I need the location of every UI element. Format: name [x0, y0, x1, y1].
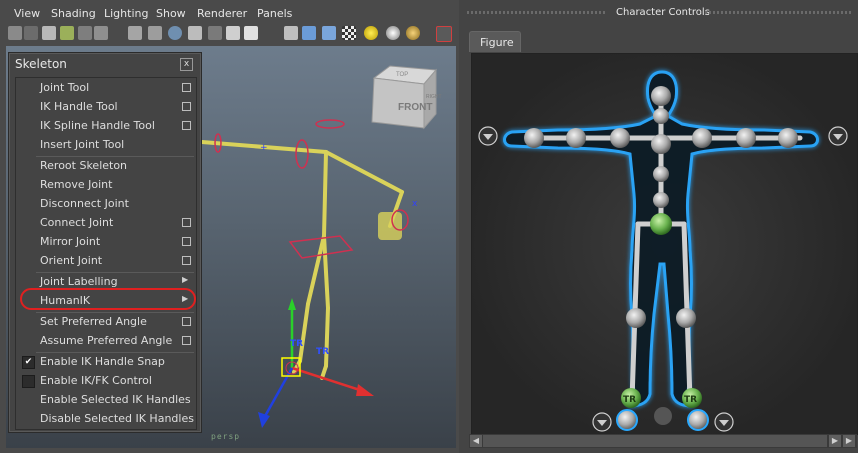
two-d-pan-icon[interactable]: [94, 26, 108, 40]
option-box-icon[interactable]: [182, 256, 191, 265]
grid-icon[interactable]: [128, 26, 142, 40]
view-cube[interactable]: FRONT TOP RIGHT: [371, 65, 442, 130]
bookmark-icon[interactable]: [42, 26, 56, 40]
svg-text:+: +: [260, 143, 268, 153]
option-box-icon[interactable]: [182, 218, 191, 227]
menu-lighting[interactable]: Lighting: [104, 7, 148, 20]
option-box-icon[interactable]: [182, 102, 191, 111]
menu-renderer[interactable]: Renderer: [197, 7, 247, 20]
select-camera-icon[interactable]: [8, 26, 22, 40]
horizontal-scrollbar[interactable]: ◀ ▶ ▶: [469, 434, 857, 448]
smooth-shade-icon[interactable]: [188, 26, 202, 40]
scroll-end-icon[interactable]: ▶: [843, 435, 855, 447]
menu-item-enable-ik-handle-snap[interactable]: ✔ Enable IK Handle Snap: [16, 353, 196, 372]
camera-attributes-icon[interactable]: [24, 26, 38, 40]
viewcube-side-label: RIGHT: [426, 94, 442, 100]
scroll-left-icon[interactable]: ◀: [470, 435, 482, 447]
menu-item-remove-joint[interactable]: Remove Joint: [16, 176, 196, 195]
grease-pencil-icon[interactable]: [78, 26, 92, 40]
menu-item-enable-ikfk-control[interactable]: Enable IK/FK Control: [16, 372, 196, 391]
skeleton-menu: Skeleton x Joint Tool IK Handle Tool IK …: [8, 52, 202, 433]
menu-item-enable-selected-ik-handles[interactable]: Enable Selected IK Handles: [16, 391, 196, 410]
ik-label: TR: [290, 339, 303, 349]
menu-item-reroot-skeleton[interactable]: Reroot Skeleton: [16, 157, 196, 176]
checkbox-unchecked[interactable]: [22, 375, 35, 388]
menu-item-assume-preferred-angle[interactable]: Assume Preferred Angle: [16, 332, 196, 351]
svg-text:x: x: [412, 199, 418, 209]
menu-list: Joint Tool IK Handle Tool IK Spline Hand…: [15, 77, 197, 430]
menu-item-set-preferred-angle[interactable]: Set Preferred Angle: [16, 313, 196, 332]
xray-icon[interactable]: [302, 26, 316, 40]
option-box-icon[interactable]: [182, 317, 191, 326]
drag-grip[interactable]: [467, 11, 607, 14]
character-controls-panel: Character Controls Figure TR TR ◀ ▶ ▶: [461, 0, 858, 453]
menu-item-ik-spline-handle-tool[interactable]: IK Spline Handle Tool: [16, 117, 196, 136]
viewport-panel: View Shading Lighting Show Renderer Pane…: [0, 0, 459, 453]
image-plane-icon[interactable]: [60, 26, 74, 40]
ik-label: TR: [316, 347, 329, 357]
default-light-icon[interactable]: [364, 26, 378, 40]
menu-item-connect-joint[interactable]: Connect Joint: [16, 214, 196, 233]
menu-title: Skeleton: [15, 57, 67, 71]
wireframe-icon[interactable]: [168, 26, 182, 40]
effector-label: TR: [684, 395, 697, 405]
option-box-icon[interactable]: [182, 237, 191, 246]
menu-item-orient-joint[interactable]: Orient Joint: [16, 252, 196, 271]
menu-item-ik-handle-tool[interactable]: IK Handle Tool: [16, 98, 196, 117]
effector-label: TR: [623, 395, 636, 405]
menu-item-disable-selected-ik-handles[interactable]: Disable Selected IK Handles: [16, 410, 196, 429]
menu-item-insert-joint-tool[interactable]: Insert Joint Tool: [16, 136, 196, 155]
menu-item-disconnect-joint[interactable]: Disconnect Joint: [16, 195, 196, 214]
figure-view[interactable]: TR TR: [471, 53, 858, 435]
panel-toolbar: [4, 24, 454, 44]
isolate-select-icon[interactable]: [284, 26, 298, 40]
close-icon[interactable]: x: [180, 58, 193, 71]
viewcube-front-label: FRONT: [398, 102, 432, 113]
menu-panels[interactable]: Panels: [257, 7, 292, 20]
submenu-arrow-icon: ▶: [182, 275, 189, 284]
menu-show[interactable]: Show: [156, 7, 186, 20]
ambient-occlusion-icon[interactable]: [406, 26, 420, 40]
textured-icon[interactable]: [226, 26, 240, 40]
select-tool-icon[interactable]: [436, 26, 452, 42]
film-gate-icon[interactable]: [148, 26, 162, 40]
wireframe-on-shaded-icon[interactable]: [208, 26, 222, 40]
option-box-icon[interactable]: [182, 121, 191, 130]
checkbox-checked[interactable]: ✔: [22, 356, 35, 369]
scroll-thumb[interactable]: [483, 435, 827, 447]
humanik-highlight: [20, 288, 196, 310]
panel-menubar: View Shading Lighting Show Renderer Pane…: [0, 4, 459, 24]
option-box-icon[interactable]: [182, 83, 191, 92]
shadows-icon[interactable]: [386, 26, 400, 40]
use-lights-icon[interactable]: [244, 26, 258, 40]
checker-icon[interactable]: [342, 26, 356, 40]
character-figure: TR TR: [478, 70, 848, 432]
tab-figure[interactable]: Figure: [469, 31, 521, 52]
viewcube-top-label: TOP: [396, 72, 408, 78]
drag-grip[interactable]: [701, 11, 851, 14]
menu-shading[interactable]: Shading: [51, 7, 96, 20]
menu-view[interactable]: View: [14, 7, 40, 20]
camera-label: persp: [211, 432, 241, 441]
panel-title: Character Controls: [616, 7, 710, 18]
panel-titlebar[interactable]: Character Controls: [461, 0, 858, 24]
option-box-icon[interactable]: [182, 336, 191, 345]
menu-item-mirror-joint[interactable]: Mirror Joint: [16, 233, 196, 252]
xray-joints-icon[interactable]: [322, 26, 336, 40]
scroll-right-icon[interactable]: ▶: [829, 435, 841, 447]
menu-item-joint-tool[interactable]: Joint Tool: [16, 79, 196, 98]
